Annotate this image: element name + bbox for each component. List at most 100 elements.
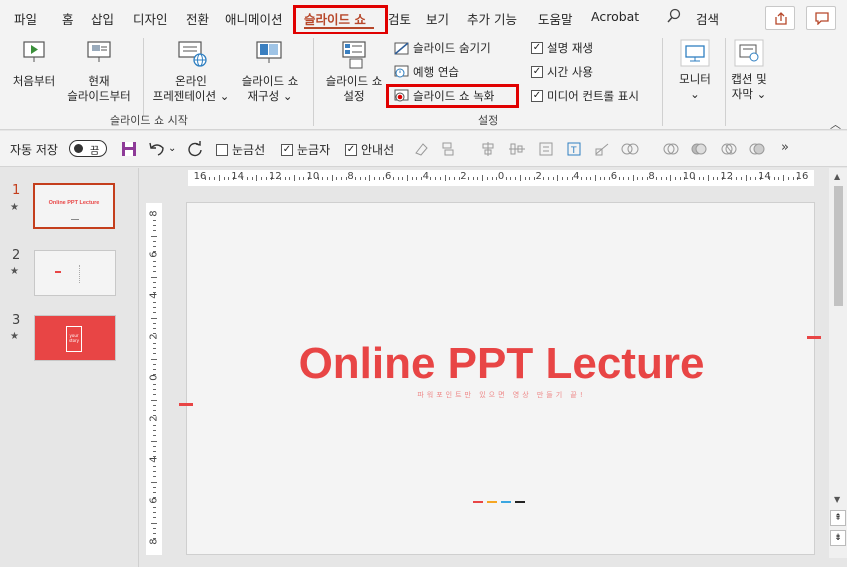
checkbox-checked[interactable]: ✓ [531,66,543,78]
chevron-down-icon: ⌄ [282,89,293,103]
from-current-button[interactable]: 현재 슬라이드부터 [60,74,138,104]
ruler-tick [152,286,156,288]
setup-show-button[interactable]: 슬라이드 쇼 설정 [318,74,390,104]
slide-canvas[interactable]: Online PPT Lecture 파워포인트만 있으면 영상 만들기 끝! [186,202,815,555]
fragment-icon[interactable] [720,141,737,157]
tab-insert[interactable]: 삽입 [91,9,114,28]
checkbox-checked[interactable]: ✓ [531,90,543,102]
intersect-icon[interactable] [748,141,765,157]
ruler-tick [430,176,432,180]
rehearse-timings-button[interactable]: 예행 연습 [394,64,459,80]
eraser-icon[interactable] [413,141,429,157]
more-commands-icon[interactable]: » [781,140,789,155]
ruler-tick [152,471,156,473]
horizontal-ruler[interactable]: 16 14 12 10 8 6 4 2 0 2 4 6 8 10 12 14 16 [188,170,814,186]
combine-icon[interactable] [690,141,707,157]
ruler-tick [486,176,488,180]
shape-edit-icon[interactable] [594,141,610,157]
comments-button[interactable] [806,6,836,30]
guide-marker-right[interactable] [807,336,821,339]
tab-design[interactable]: 디자인 [133,9,168,28]
ruler-tick [769,176,771,180]
chevron-down-icon[interactable]: ⌄ [168,143,176,154]
ruler-tick [152,363,156,365]
slide-thumbnail-2[interactable] [34,250,116,296]
rehearse-timings-icon [394,65,409,78]
ruler-tick [152,507,156,509]
thumb-title: your story [68,333,80,343]
search-label[interactable]: 검색 [696,9,719,28]
checkbox-unchecked[interactable] [216,143,228,156]
tab-help[interactable]: 도움말 [538,9,573,28]
vertical-scrollbar[interactable]: ▲ ▼ ⇞ ⇟ [829,168,847,558]
color-bar-red [473,501,483,503]
slide-thumbnail-3[interactable]: your story [34,315,116,361]
ruler-tick [228,176,230,180]
tab-home[interactable]: 홈 [62,9,74,28]
scroll-down-icon[interactable]: ▼ [834,495,840,504]
share-button[interactable] [765,6,795,30]
tab-file[interactable]: 파일 [14,9,37,28]
align-center-icon[interactable] [480,141,496,157]
distribute-icon[interactable] [508,141,525,157]
ruler-label: 4 [148,456,160,463]
autosave-toggle[interactable]: 끔 [69,140,107,157]
ribbon: 처음부터 현재 슬라이드부터 온라인 프레젠테이션 ⌄ 슬라이드 쇼 재구성 ⌄… [0,34,847,132]
ruler-tick [773,176,775,180]
ruler-tick [204,176,206,180]
gridlines-checkbox[interactable]: 눈금선 [216,141,265,158]
search-icon[interactable] [666,8,682,27]
tab-animations[interactable]: 애니메이션 [225,9,283,28]
text-box-icon[interactable] [538,141,554,157]
thumb-title: Online PPT Lecture [48,200,100,206]
collapse-ribbon-icon[interactable]: ︿ [830,116,841,132]
checkbox-checked[interactable]: ✓ [531,42,543,54]
scroll-up-icon[interactable]: ▲ [834,172,840,181]
custom-show-label-1: 슬라이드 쇼 [241,74,299,88]
save-icon[interactable] [121,141,137,157]
ruler-tick [152,225,156,227]
tab-addins[interactable]: 추가 기능 [467,9,517,28]
prev-slide-icon[interactable]: ⇞ [830,510,846,526]
ruler-tick [604,176,606,180]
checkbox-checked[interactable]: ✓ [281,143,293,156]
vertical-ruler[interactable]: 8 6 4 2 0 2 4 6 8 [146,203,162,555]
guides-checkbox[interactable]: ✓ 안내선 [345,141,394,158]
captions-button[interactable]: 캡션 및 자막 ⌄ [724,72,774,102]
show-media-controls-checkbox[interactable]: ✓ 미디어 컨트롤 표시 [531,88,639,104]
checkbox-checked[interactable]: ✓ [345,143,357,156]
scroll-thumb[interactable] [834,186,843,306]
tab-transitions[interactable]: 전환 [186,9,209,28]
tab-review[interactable]: 검토 [388,9,411,28]
play-narrations-checkbox[interactable]: ✓ 설명 재생 [531,40,593,56]
monitor-button[interactable]: 모니터 ⌄ [666,72,724,102]
custom-show-button[interactable]: 슬라이드 쇼 재구성 ⌄ [232,74,308,104]
tab-acrobat[interactable]: Acrobat [591,9,639,24]
ruler-checkbox[interactable]: ✓ 눈금자 [281,141,330,158]
align-icon[interactable] [441,141,457,157]
from-beginning-button[interactable]: 처음부터 [4,74,64,89]
union-icon[interactable] [662,141,679,157]
hide-slide-button[interactable]: 슬라이드 숨기기 [394,40,491,56]
ruler-tick [152,425,156,427]
ruler-label: 6 [148,251,160,258]
slide-title[interactable]: Online PPT Lecture [187,339,816,389]
next-slide-icon[interactable]: ⇟ [830,530,846,546]
guide-marker-left[interactable] [179,403,193,406]
captions-label-1: 캡션 및 [731,72,767,86]
slide-subtitle[interactable]: 파워포인트만 있으면 영상 만들기 끝! [187,390,816,400]
ruler-tick [519,175,521,181]
ruler-tick [468,176,470,180]
merge-shapes-icon[interactable] [620,141,639,157]
ruler-tick [152,266,156,268]
ruler-tick [703,176,705,180]
use-timings-checkbox[interactable]: ✓ 시간 사용 [531,64,593,80]
tab-view[interactable]: 보기 [426,9,449,28]
slide-thumbnail-1[interactable]: Online PPT Lecture [33,183,115,229]
ruler-tick [580,176,582,180]
crop-icon[interactable]: T [566,141,582,157]
undo-icon[interactable] [148,141,164,157]
redo-icon[interactable] [187,141,203,157]
ruler-tick [449,176,451,180]
present-online-button[interactable]: 온라인 프레젠테이션 ⌄ [146,74,236,104]
